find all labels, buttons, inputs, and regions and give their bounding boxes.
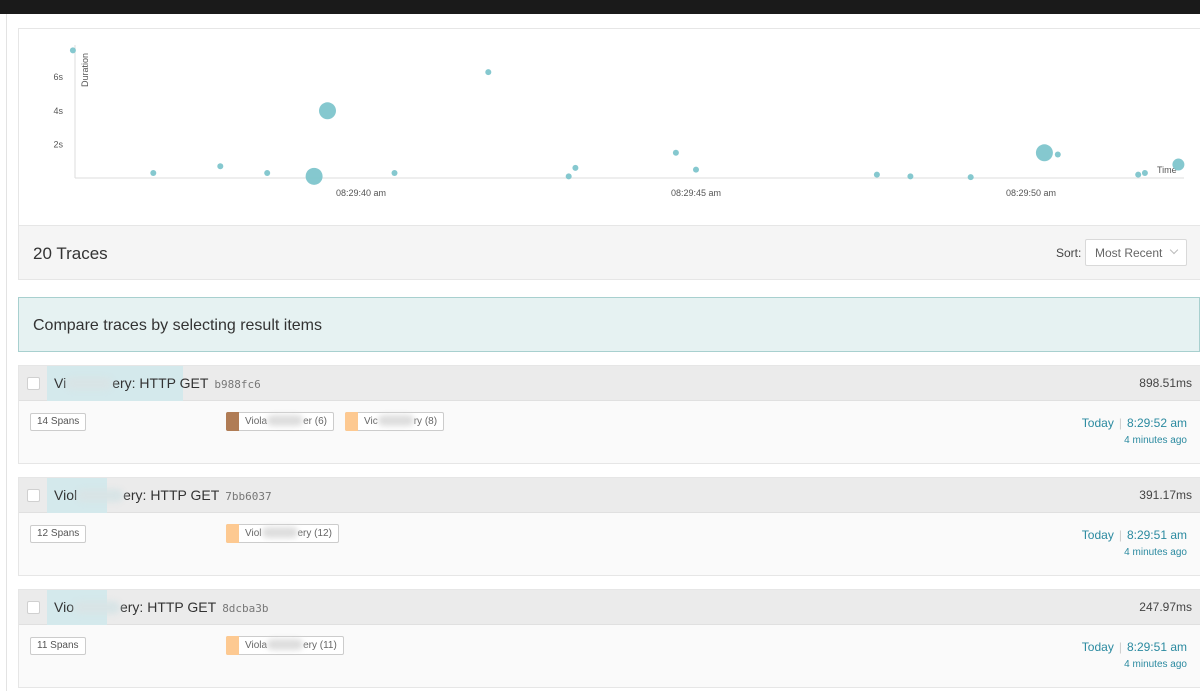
- trace-header: Vio ery: HTTP GET 8dcba3b 247.97ms: [19, 590, 1200, 625]
- y-tick-label: 2s: [53, 139, 63, 149]
- scatter-svg: 6s 4s 2s 08:29:40 am 08:29:45 am 08:29:50 am D…: [53, 45, 1185, 198]
- trace-relative-time: 4 minutes ago: [1124, 659, 1187, 670]
- service-tag: Viola er (6): [226, 412, 334, 431]
- sort-label: Sort:: [1056, 246, 1082, 260]
- sort-select[interactable]: Most Recent: [1085, 239, 1187, 266]
- trace-point: [672, 149, 679, 156]
- x-tick-label: 08:29:45 am: [671, 188, 721, 198]
- trace-timestamp: Today | 8:29:51 am: [1081, 528, 1187, 542]
- y-axis-label: Duration: [80, 53, 90, 87]
- trace-name[interactable]: Viol ery: HTTP GET 7bb6037: [54, 487, 272, 503]
- service-color-swatch: [345, 412, 358, 431]
- trace-point: [150, 169, 157, 176]
- trace-name[interactable]: Vi ery: HTTP GET b988fc6: [54, 375, 261, 391]
- trace-point: [967, 174, 974, 181]
- trace-point: [319, 102, 336, 120]
- top-nav-bar: [0, 0, 1200, 14]
- service-color-swatch: [226, 524, 239, 543]
- service-tag: Viol ery (12): [226, 524, 339, 543]
- service-tag: Vic ry (8): [345, 412, 445, 431]
- redacted-text: [66, 377, 113, 390]
- trace-point: [693, 166, 699, 173]
- sort-value: Most Recent: [1095, 246, 1163, 260]
- trace-name[interactable]: Vio ery: HTTP GET 8dcba3b: [54, 599, 269, 615]
- redacted-text: [377, 415, 414, 426]
- trace-id: 7bb6037: [225, 490, 272, 503]
- trace-id: b988fc6: [214, 378, 261, 391]
- trace-point: [873, 171, 880, 178]
- trace-result-item[interactable]: Vio ery: HTTP GET 8dcba3b 247.97ms 11 Span…: [18, 589, 1200, 688]
- chevron-down-icon: [1169, 245, 1179, 255]
- trace-header: Viol ery: HTTP GET 7bb6037 391.17ms: [19, 478, 1200, 513]
- service-color-swatch: [226, 412, 239, 431]
- trace-relative-time: 4 minutes ago: [1124, 435, 1187, 446]
- trace-relative-time: 4 minutes ago: [1124, 547, 1187, 558]
- redacted-text: [267, 639, 304, 650]
- traces-header: 20 Traces Sort: Most Recent: [18, 225, 1200, 280]
- compare-banner: Compare traces by selecting result items: [18, 297, 1200, 352]
- trace-point: [391, 169, 398, 176]
- trace-point: [1141, 169, 1148, 176]
- trace-header: Vi ery: HTTP GET b988fc6 898.51ms: [19, 366, 1200, 401]
- span-count-tag: 14 Spans: [30, 413, 87, 431]
- y-tick-label: 4s: [53, 106, 63, 116]
- redacted-text: [267, 415, 304, 426]
- trace-point: [1135, 171, 1142, 178]
- span-count-tag: 12 Spans: [30, 525, 87, 543]
- trace-timestamp: Today | 8:29:52 am: [1081, 416, 1187, 430]
- trace-id: 8dcba3b: [222, 602, 269, 615]
- trace-point: [69, 47, 76, 54]
- trace-point: [907, 173, 914, 180]
- x-tick-label: 08:29:50 am: [1006, 188, 1056, 198]
- trace-duration: 391.17ms: [1139, 488, 1192, 502]
- trace-point: [1035, 144, 1053, 162]
- trace-point: [565, 173, 572, 180]
- left-gutter: [0, 14, 7, 691]
- trace-point: [217, 163, 224, 170]
- span-count-tag: 11 Spans: [30, 637, 86, 655]
- x-tick-label: 08:29:40 am: [336, 188, 386, 198]
- trace-select-checkbox[interactable]: [27, 489, 40, 502]
- trace-point: [305, 167, 323, 185]
- y-tick-label: 6s: [53, 72, 63, 82]
- trace-timestamp: Today | 8:29:51 am: [1081, 640, 1187, 654]
- trace-select-checkbox[interactable]: [27, 377, 40, 390]
- trace-result-item[interactable]: Viol ery: HTTP GET 7bb6037 391.17ms 12 Spa…: [18, 477, 1200, 576]
- compare-banner-text: Compare traces by selecting result items: [33, 317, 322, 334]
- trace-scatter-plot: 6s 4s 2s 08:29:40 am 08:29:45 am 08:29:50 am D…: [18, 28, 1200, 225]
- service-tag: Viola ery (11): [226, 636, 344, 655]
- trace-point: [1172, 158, 1185, 171]
- redacted-text: [73, 601, 120, 614]
- trace-duration: 247.97ms: [1139, 600, 1192, 614]
- trace-duration: 898.51ms: [1139, 376, 1192, 390]
- service-color-swatch: [226, 636, 239, 655]
- trace-point: [572, 164, 579, 171]
- redacted-text: [77, 489, 124, 502]
- trace-point: [485, 69, 492, 76]
- redacted-text: [261, 527, 298, 538]
- trace-result-item[interactable]: Vi ery: HTTP GET b988fc6 898.51ms 14 Spans…: [18, 365, 1200, 464]
- trace-point: [264, 169, 271, 176]
- trace-select-checkbox[interactable]: [27, 601, 40, 614]
- trace-point: [1054, 151, 1061, 158]
- traces-count: 20 Traces: [33, 244, 108, 263]
